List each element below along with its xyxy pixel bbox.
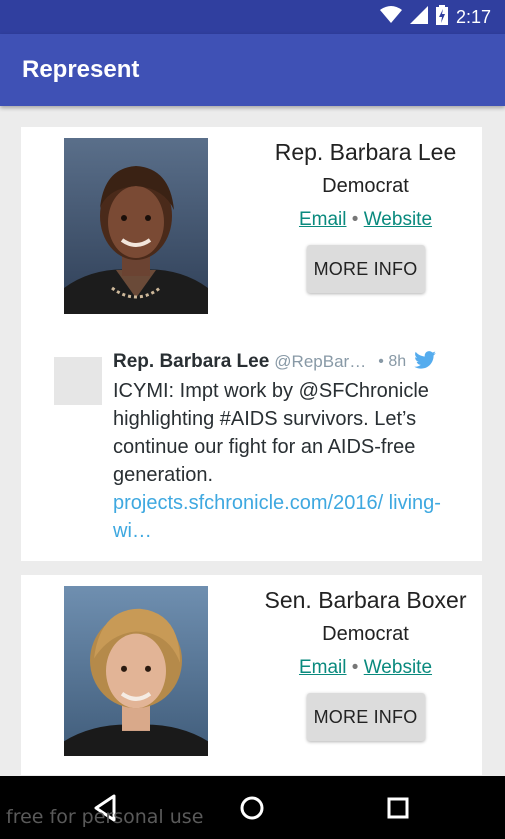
link-separator: • [351, 657, 359, 678]
signal-icon [409, 5, 428, 29]
tweet-time: • 8h [378, 353, 407, 370]
tweet-header: Rep. Barbara Lee @RepBarb… • 8h [113, 347, 473, 377]
email-link[interactable]: Email [299, 657, 347, 678]
twitter-bird-icon [414, 350, 436, 374]
home-icon[interactable] [234, 790, 270, 826]
tweet-link[interactable]: projects.sfchronicle.com/2016/ living-wi… [113, 489, 473, 545]
tweet-text: ICYMI: Impt work by @SFChronicle highlig… [113, 380, 429, 486]
watermark: free for personal use [6, 806, 204, 828]
contact-links: Email • Website [251, 207, 480, 233]
representative-photo [64, 138, 208, 314]
website-link[interactable]: Website [364, 209, 432, 230]
representative-card: Rep. Barbara Lee Democrat Email • Websit… [21, 127, 482, 561]
representative-info: Sen. Barbara Boxer Democrat Email • Webs… [251, 585, 480, 741]
more-info-button[interactable]: MORE INFO [306, 693, 425, 741]
email-link[interactable]: Email [299, 209, 347, 230]
tweet-body: Rep. Barbara Lee @RepBarb… • 8h ICYMI: I… [113, 347, 473, 545]
tweet-handle[interactable]: @RepBarb… [274, 352, 372, 372]
battery-charging-icon [435, 4, 448, 30]
website-link[interactable]: Website [364, 657, 432, 678]
representative-party: Democrat [322, 175, 409, 197]
representative-name: Rep. Barbara Lee [274, 139, 457, 165]
representative-name: Sen. Barbara Boxer [264, 587, 467, 613]
representative-party: Democrat [322, 623, 409, 645]
representative-card: Sen. Barbara Boxer Democrat Email • Webs… [21, 575, 482, 775]
app-title: Represent [22, 56, 140, 83]
contact-links: Email • Website [251, 655, 480, 681]
representatives-list[interactable]: Rep. Barbara Lee Democrat Email • Websit… [0, 106, 505, 776]
link-separator: • [351, 209, 359, 230]
status-time: 2:17 [455, 6, 491, 27]
more-info-button[interactable]: MORE INFO [306, 245, 425, 293]
representative-info: Rep. Barbara Lee Democrat Email • Websit… [251, 137, 480, 293]
status-bar: 2:17 [0, 0, 505, 34]
tweet-avatar [54, 357, 102, 405]
recents-icon[interactable] [380, 790, 416, 826]
status-icons: 2:17 [379, 4, 491, 30]
wifi-icon [379, 5, 402, 29]
tweet-author[interactable]: Rep. Barbara Lee [113, 351, 269, 373]
representative-photo [64, 586, 208, 756]
app-bar: Represent [0, 34, 505, 106]
